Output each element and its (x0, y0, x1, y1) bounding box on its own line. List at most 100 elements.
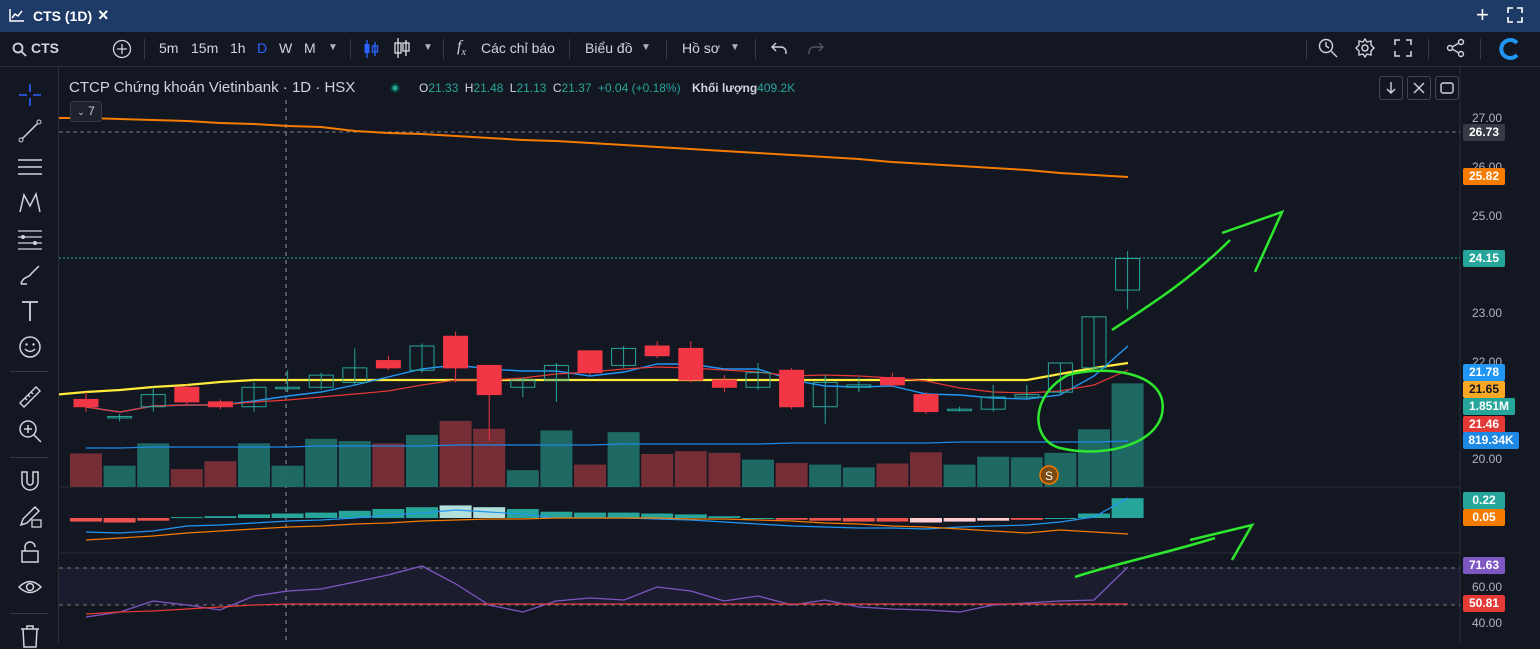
magnet-icon[interactable] (17, 468, 43, 494)
expand-icon[interactable] (1506, 6, 1524, 24)
collapse-icon[interactable] (1407, 76, 1431, 100)
chevron-down-icon[interactable]: ▼ (730, 42, 740, 53)
maximize-icon[interactable] (1435, 76, 1459, 100)
axis-tick: 23.00 (1472, 306, 1503, 320)
redo-icon[interactable] (808, 41, 824, 55)
indicators-toggle[interactable]: ⌄ 7 (70, 101, 102, 122)
drawing-toolbar (0, 67, 59, 648)
candle-body (678, 347, 704, 381)
lock-icon[interactable] (17, 539, 43, 565)
candle-body (879, 377, 905, 386)
text-icon[interactable] (17, 298, 43, 324)
zoom-in-icon[interactable] (17, 418, 43, 444)
volume-ma-tag: 819.34K (1463, 432, 1519, 449)
trash-icon[interactable] (17, 623, 43, 649)
gear-icon[interactable] (1355, 38, 1375, 58)
indicators-button[interactable]: Các chỉ báo (481, 40, 555, 56)
measure-lines-icon[interactable] (17, 226, 43, 252)
last-price-tag: 24.15 (1463, 250, 1505, 267)
volume-bar (574, 464, 606, 487)
macd-bar (1044, 518, 1077, 519)
undo-icon[interactable] (771, 41, 787, 55)
macd-bar (775, 518, 808, 520)
macd-bar (305, 512, 338, 518)
close-icon[interactable]: × (98, 5, 109, 26)
eye-icon[interactable] (17, 574, 43, 600)
indicators-icon[interactable]: fx (457, 38, 466, 58)
macd-bar (574, 512, 606, 518)
volume-bar (943, 464, 976, 487)
quick-search-icon[interactable] (1318, 38, 1338, 58)
volume-bar (540, 430, 573, 487)
volume-bar (439, 420, 472, 487)
arrow-down-icon[interactable] (1379, 76, 1403, 100)
pattern-icon[interactable] (17, 190, 43, 216)
volume-bar (708, 452, 741, 487)
rsi-axis-tick: 40.00 (1472, 616, 1503, 630)
profile-button[interactable]: Hồ sơ (682, 40, 720, 56)
chevron-down-icon[interactable]: ▼ (423, 42, 433, 53)
volume-bar (742, 459, 774, 487)
candle-body (443, 335, 469, 369)
chevron-down-icon[interactable]: ▼ (328, 42, 338, 53)
ruler-icon[interactable] (17, 384, 43, 410)
volume-bar (775, 462, 808, 487)
interval-w[interactable]: W (279, 40, 292, 56)
macd-bar (439, 505, 472, 518)
volume-bar (103, 465, 136, 487)
candle-body (476, 364, 502, 396)
brush-icon[interactable] (17, 262, 43, 288)
macd-bar (103, 518, 136, 523)
price-chart[interactable]: S (59, 67, 1540, 643)
volume-tag: 1.851M (1463, 398, 1515, 415)
lock-pencil-icon[interactable] (17, 503, 43, 529)
top-toolbar: CTS 5m 15m 1h D W M ▼ ▼ fx Các chỉ báo B… (0, 32, 1540, 67)
search-icon[interactable] (12, 42, 27, 57)
add-symbol-icon[interactable] (112, 39, 132, 59)
macd-bar (204, 516, 237, 518)
candle-body (207, 401, 233, 408)
interval-1h[interactable]: 1h (230, 40, 246, 56)
price-tag: 26.73 (1463, 124, 1505, 141)
bar-style-icon[interactable] (393, 37, 411, 59)
volume-bar (238, 443, 270, 487)
share-icon[interactable] (1446, 38, 1466, 58)
axis-tick: 20.00 (1472, 452, 1503, 466)
price-tag: 21.78 (1463, 364, 1505, 381)
rsi-tag: 71.63 (1463, 557, 1505, 574)
chart-type-button[interactable]: Biểu đồ (585, 40, 632, 56)
volume-bar (406, 434, 438, 487)
macd-bar (809, 518, 842, 521)
macd-bar (607, 512, 640, 518)
chevron-down-icon[interactable]: ▼ (641, 42, 651, 53)
trendline-icon[interactable] (17, 118, 43, 144)
macd-bar (876, 518, 909, 522)
macd-bar (943, 518, 976, 522)
fib-icon[interactable] (17, 154, 43, 180)
macd-bar (70, 518, 102, 522)
crosshair-icon[interactable] (17, 82, 43, 108)
volume-bar (338, 441, 371, 487)
emoji-icon[interactable] (17, 334, 43, 360)
candles-icon[interactable] (363, 39, 379, 59)
rsi-ma-tag: 50.81 (1463, 595, 1505, 612)
macd-bar (708, 516, 741, 518)
volume-bar (70, 453, 102, 487)
fullscreen-icon[interactable] (1394, 39, 1412, 57)
interval-5m[interactable]: 5m (159, 40, 178, 56)
volume-bar (977, 456, 1010, 487)
volume-bar (1078, 429, 1110, 487)
price-tag: 21.65 (1463, 381, 1505, 398)
candle-body (779, 369, 805, 408)
rsi-band (59, 568, 1460, 605)
macd-bar (170, 517, 203, 519)
interval-15m[interactable]: 15m (191, 40, 218, 56)
add-tab-icon[interactable]: + (1476, 2, 1489, 28)
interval-m[interactable]: M (304, 40, 316, 56)
volume-bar (1010, 457, 1043, 487)
symbol-search[interactable]: CTS (31, 40, 59, 56)
volume-bar (910, 452, 942, 487)
price-tag: 25.82 (1463, 168, 1505, 185)
volume-bar (372, 443, 405, 487)
interval-d[interactable]: D (257, 40, 267, 56)
